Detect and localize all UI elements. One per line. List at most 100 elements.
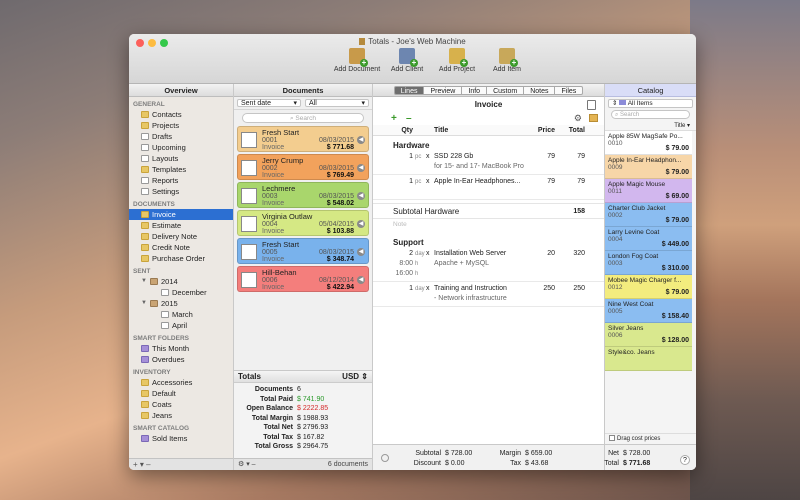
sidebar-item-contacts[interactable]: Contacts bbox=[129, 109, 233, 120]
sidebar-item-jeans[interactable]: Jeans bbox=[129, 410, 233, 421]
arrow-left-icon[interactable]: ◀ bbox=[357, 248, 365, 256]
sidebar-item-credit-note[interactable]: Credit Note bbox=[129, 242, 233, 253]
tab-lines[interactable]: Lines bbox=[393, 85, 425, 95]
sidebar-item-april[interactable]: April bbox=[129, 320, 233, 331]
sidebar-item-2014[interactable]: ▼ 2014 bbox=[129, 276, 233, 287]
invoice-title: Invoice bbox=[373, 97, 604, 113]
disclosure-triangle-icon[interactable]: ▼ bbox=[141, 276, 147, 287]
catalog-item[interactable]: Apple 85W MagSafe Po... 0010 $ 79.00 bbox=[605, 131, 692, 155]
add-line-button[interactable]: + bbox=[391, 113, 397, 124]
checkbox[interactable] bbox=[609, 435, 615, 441]
share-icon[interactable] bbox=[587, 100, 596, 110]
line-description: - Network infrastructure bbox=[434, 295, 507, 302]
document-search-input[interactable]: ⌕ Search bbox=[242, 113, 364, 123]
sidebar-item-december[interactable]: December bbox=[129, 287, 233, 298]
action-menu-button[interactable]: ⚙ ▾ – bbox=[238, 459, 256, 470]
catalog-item[interactable]: Silver Jeans 0006 $ 128.00 bbox=[605, 323, 692, 347]
sidebar-bottom-bar[interactable]: + ▾ – bbox=[129, 458, 233, 470]
sort-select[interactable]: Sent date ▾ bbox=[237, 99, 301, 107]
catalog-item[interactable]: Charter Club Jacket 0002 $ 79.00 bbox=[605, 203, 692, 227]
info-icon[interactable] bbox=[381, 454, 389, 462]
invoice-line[interactable]: 1 pc x SSD 228 Gb 79 79 bbox=[373, 152, 604, 162]
catalog-item[interactable]: Larry Levine Coat 0004 $ 449.00 bbox=[605, 227, 692, 251]
catalog-sort[interactable]: Title ▾ bbox=[605, 121, 696, 131]
tab-notes[interactable]: Notes bbox=[524, 85, 556, 95]
remove-line-button[interactable]: – bbox=[406, 113, 412, 124]
sidebar-item-layouts[interactable]: Layouts bbox=[129, 153, 233, 164]
sidebar-item-default[interactable]: Default bbox=[129, 388, 233, 399]
drag-cost-prices-option[interactable]: Drag cost prices bbox=[605, 433, 696, 444]
group-note[interactable]: Note bbox=[373, 219, 604, 233]
catalog-item[interactable]: Apple In-Ear Headphon... 0009 $ 79.00 bbox=[605, 155, 692, 179]
card-row: 0001 08/03/2015 bbox=[262, 137, 368, 144]
catalog-selector[interactable]: ⇕ All Items bbox=[608, 99, 693, 108]
catalog-item[interactable]: Style&co. Jeans bbox=[605, 347, 692, 371]
sidebar-item-settings[interactable]: Settings bbox=[129, 186, 233, 197]
invoice-line[interactable]: 1 pc x Apple In-Ear Headphones... 79 79 bbox=[373, 177, 604, 187]
catalog-toggle-icon[interactable] bbox=[589, 114, 598, 122]
document-card[interactable]: Virginia Outlaw 0004 05/04/2015 Invoice $ 10… bbox=[237, 210, 369, 236]
sidebar-item-march[interactable]: March bbox=[129, 309, 233, 320]
invoice-line-detail: for 15- and 17- MacBook Pro bbox=[373, 162, 604, 172]
filter-select[interactable]: All ▾ bbox=[305, 99, 369, 107]
client-name: Jerry Crump bbox=[262, 156, 304, 165]
document-card[interactable]: Hill-Behan 0006 08/12/2014 Invoice $ 422.94 ◀ bbox=[237, 266, 369, 292]
documents-header: Documents bbox=[234, 84, 372, 97]
catalog-item[interactable]: Apple Magic Mouse 0011 $ 69.00 bbox=[605, 179, 692, 203]
totals-key: Total Tax bbox=[263, 433, 293, 441]
sidebar-item-invoice[interactable]: Invoice bbox=[129, 209, 233, 220]
sidebar-item-upcoming[interactable]: Upcoming bbox=[129, 142, 233, 153]
tab-info[interactable]: Info bbox=[462, 85, 488, 95]
document-card[interactable]: Lechmere 0003 08/03/2015 Invoice $ 548.02 ◀ bbox=[237, 182, 369, 208]
arrow-left-icon[interactable]: ◀ bbox=[357, 136, 365, 144]
card-row: Virginia Outlaw bbox=[262, 211, 368, 221]
invoice-lines: Hardware 1 pc x SSD 228 Gb 79 79 for 15- and 17… bbox=[373, 136, 604, 307]
arrow-left-icon[interactable]: ◀ bbox=[357, 220, 365, 228]
invoice-line[interactable]: 1 day x Training and Instruction 250 250 bbox=[373, 284, 604, 294]
document-card[interactable]: Jerry Crump 0002 08/03/2015 Invoice $ 769.49… bbox=[237, 154, 369, 180]
sidebar-item-templates[interactable]: Templates bbox=[129, 164, 233, 175]
sidebar-item-estimate[interactable]: Estimate bbox=[129, 220, 233, 231]
sidebar-item-purchase-order[interactable]: Purchase Order bbox=[129, 253, 233, 264]
add-project-button[interactable]: Add Project bbox=[435, 48, 479, 73]
sidebar-item-sold-items[interactable]: Sold Items bbox=[129, 433, 233, 444]
sidebar-item-coats[interactable]: Coats bbox=[129, 399, 233, 410]
arrow-left-icon[interactable]: ◀ bbox=[357, 164, 365, 172]
catalog-item[interactable]: London Fog Coat 0003 $ 310.00 bbox=[605, 251, 692, 275]
tab-files[interactable]: Files bbox=[555, 85, 584, 95]
add-client-button[interactable]: Add Client bbox=[385, 48, 429, 73]
totals-rows: Documents 6 Total Paid $ 741.90 Open Balance… bbox=[234, 383, 372, 452]
sidebar-item-drafts[interactable]: Drafts bbox=[129, 131, 233, 142]
sidebar-item-accessories[interactable]: Accessories bbox=[129, 377, 233, 388]
sidebar-item-overdues[interactable]: Overdues bbox=[129, 354, 233, 365]
net-value: $ 728.00 bbox=[623, 450, 651, 457]
currency-select[interactable]: USD ⇕ bbox=[342, 371, 368, 382]
sidebar-item-label: Drafts bbox=[152, 132, 173, 141]
help-button[interactable]: ? bbox=[680, 455, 690, 465]
client-name: Virginia Outlaw bbox=[262, 212, 313, 221]
gear-icon[interactable]: ⚙ bbox=[574, 113, 582, 124]
month-folder-icon bbox=[161, 289, 169, 296]
sidebar-item-2015[interactable]: ▼ 2015 bbox=[129, 298, 233, 309]
catalog-item[interactable]: Mobee Magic Charger f... 0012 $ 79.00 bbox=[605, 275, 692, 299]
disclosure-triangle-icon[interactable]: ▼ bbox=[141, 298, 147, 309]
invoice-line[interactable]: 2 day x Installation Web Server 20 320 bbox=[373, 249, 604, 259]
document-card[interactable]: Fresh Start 0001 08/03/2015 Invoice $ 771.68… bbox=[237, 126, 369, 152]
add-item-button[interactable]: Add Item bbox=[485, 48, 529, 73]
sidebar-item-label: 2015 bbox=[161, 299, 178, 308]
box-icon bbox=[150, 300, 158, 307]
document-card[interactable]: Fresh Start 0005 08/03/2015 Invoice $ 348.74… bbox=[237, 238, 369, 264]
add-document-button[interactable]: Add Document bbox=[334, 48, 380, 73]
arrow-left-icon[interactable]: ◀ bbox=[357, 192, 365, 200]
sidebar-item-this-month[interactable]: This Month bbox=[129, 343, 233, 354]
line-qty: 16:00 bbox=[395, 270, 413, 277]
catalog-search-input[interactable]: ⌕ Search bbox=[611, 110, 690, 119]
sidebar-item-delivery-note[interactable]: Delivery Note bbox=[129, 231, 233, 242]
tab-preview[interactable]: Preview bbox=[424, 85, 463, 95]
catalog-item[interactable]: Nine West Coat 0005 $ 158.40 bbox=[605, 299, 692, 323]
sidebar-item-projects[interactable]: Projects bbox=[129, 120, 233, 131]
sidebar-item-reports[interactable]: Reports bbox=[129, 175, 233, 186]
tab-custom[interactable]: Custom bbox=[487, 85, 525, 95]
arrow-left-icon[interactable]: ◀ bbox=[357, 276, 365, 284]
